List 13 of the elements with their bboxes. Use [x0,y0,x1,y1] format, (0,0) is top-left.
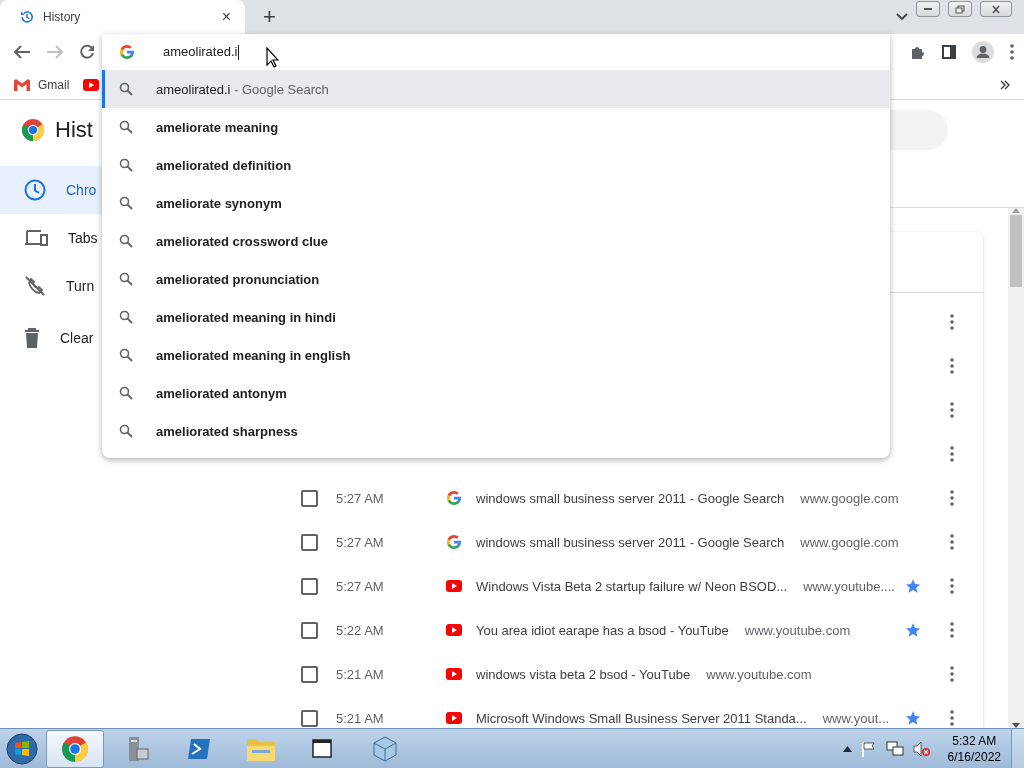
domain-text: www.google.com [800,490,899,506]
visit-time: 5:27 AM [336,534,385,550]
page-title: Hist [55,117,93,143]
visit-time: 5:27 AM [336,578,385,594]
domain-text: www.google.com [800,534,899,550]
domain-text: www.youtube.... [803,578,895,594]
visit-time: 5:27 AM [336,490,385,506]
domain-text: www.yout... [822,710,890,726]
visit-time: 5:21 AM [336,666,385,682]
visit-time: 5:22 AM [336,622,385,638]
visit-time: 5:21 AM [336,710,385,726]
domain-text: www.youtube.com [706,666,812,682]
domain-text: www.youtube.com [744,622,851,638]
